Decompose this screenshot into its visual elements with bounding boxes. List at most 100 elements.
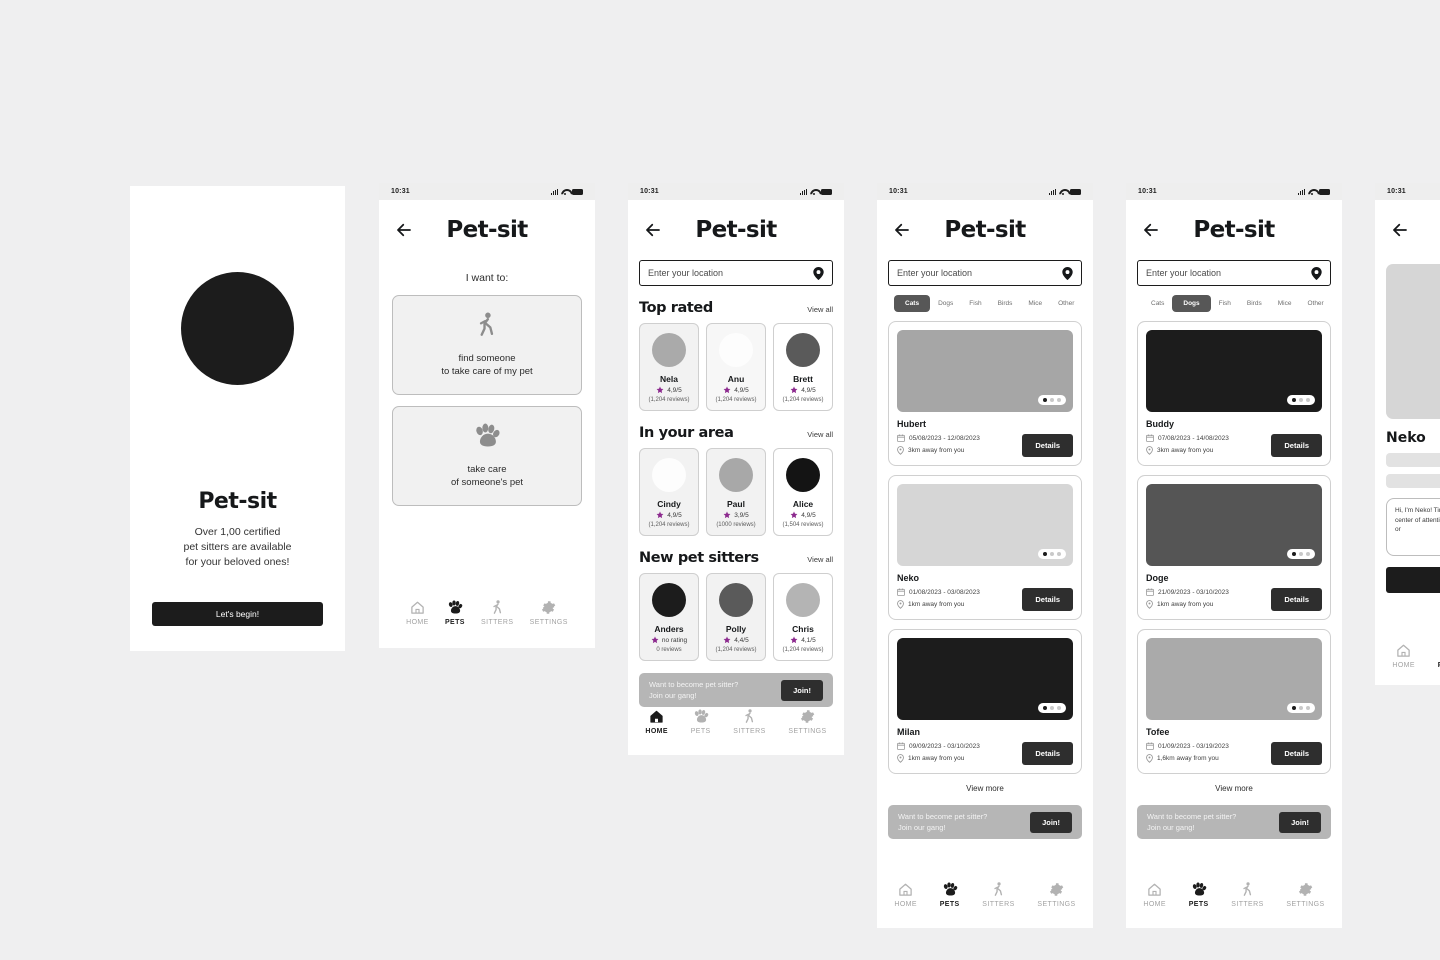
view-all-link[interactable]: View all [807, 555, 833, 564]
pet-detail-cta-button[interactable] [1386, 567, 1440, 593]
nav-item-pets[interactable]: PETS [1189, 882, 1209, 908]
chip-fish[interactable]: Fish [961, 295, 989, 312]
back-arrow-icon[interactable] [1142, 221, 1160, 239]
sitter-card[interactable]: Anu 4,9/5 (1,204 reviews) [706, 323, 766, 411]
nav-item-settings[interactable]: SETTINGS [530, 600, 568, 626]
search-input[interactable] [897, 268, 1062, 278]
carousel-dots[interactable] [1038, 395, 1066, 405]
pet-distance: 1km away from you [1157, 601, 1214, 608]
chip-fish[interactable]: Fish [1211, 295, 1239, 312]
pet-info-lines: 09/09/2023 - 03/10/2023 1km away from yo… [897, 742, 980, 763]
chip-birds[interactable]: Birds [1239, 295, 1270, 312]
nav-item-pets[interactable]: PETS [940, 882, 960, 908]
chip-cats[interactable]: Cats [894, 295, 931, 312]
pet-card[interactable]: Neko 01/08/2023 - 03/08/2023 1km away fr… [888, 475, 1082, 620]
sitter-card[interactable]: Anders no rating 0 reviews [639, 573, 699, 661]
gear-icon [800, 710, 815, 723]
carousel-dots[interactable] [1038, 703, 1066, 713]
sitter-card[interactable]: Chris 4,1/5 (1,204 reviews) [773, 573, 833, 661]
sitter-card[interactable]: Alice 4,9/5 (1,504 reviews) [773, 448, 833, 536]
pet-card[interactable]: Hubert 05/08/2023 - 12/08/2023 3km away … [888, 321, 1082, 466]
sitter-card[interactable]: Brett 4,9/5 (1,204 reviews) [773, 323, 833, 411]
bottom-nav: HOME PETS SITTERS [1375, 643, 1440, 685]
carousel-dots[interactable] [1287, 549, 1315, 559]
pet-card[interactable]: Milan 09/09/2023 - 03/10/2023 1km away f… [888, 629, 1082, 774]
paw-icon [694, 709, 708, 723]
view-all-link[interactable]: View all [807, 430, 833, 439]
option-find-sitter[interactable]: find someone to take care of my pet [392, 295, 582, 395]
view-more-link[interactable]: View more [888, 784, 1082, 793]
nav-item-settings[interactable]: SETTINGS [788, 709, 826, 735]
location-pin-icon[interactable] [1062, 266, 1073, 280]
pet-card[interactable]: Doge 21/09/2023 - 03/10/2023 1km away fr… [1137, 475, 1331, 620]
sitter-name: Polly [725, 624, 747, 634]
carousel-dots[interactable] [1287, 395, 1315, 405]
pet-photo [897, 484, 1073, 566]
pet-card[interactable]: Tofee 01/09/2023 - 03/19/2023 1,6km away… [1137, 629, 1331, 774]
become-sitter-promo: Want to become pet sitter? Join our gang… [888, 805, 1082, 839]
lets-begin-button[interactable]: Let's begin! [152, 602, 323, 626]
option-be-sitter[interactable]: take care of someone's pet [392, 406, 582, 506]
sitter-card[interactable]: Polly 4,4/5 (1,204 reviews) [706, 573, 766, 661]
nav-item-settings[interactable]: SETTINGS [1037, 882, 1075, 908]
sitter-card[interactable]: Cindy 4,9/5 (1,204 reviews) [639, 448, 699, 536]
details-button[interactable]: Details [1022, 434, 1073, 457]
chip-mice[interactable]: Mice [1020, 295, 1050, 312]
review-count: (1,204 reviews) [715, 647, 757, 653]
pet-dates-line: 01/09/2023 - 03/19/2023 [1146, 742, 1229, 750]
chip-cats[interactable]: Cats [1143, 295, 1172, 312]
nav-item-pets[interactable]: PETS [691, 709, 711, 735]
chip-dogs[interactable]: Dogs [1172, 295, 1211, 312]
join-button[interactable]: Join! [781, 679, 823, 701]
location-search-box[interactable] [1137, 260, 1331, 286]
chip-mice[interactable]: Mice [1270, 295, 1300, 312]
back-arrow-icon[interactable] [1391, 221, 1409, 239]
nav-item-sitters[interactable]: SITTERS [982, 882, 1014, 908]
chip-other[interactable]: Other [1050, 295, 1082, 312]
nav-item-home[interactable]: HOME [645, 709, 668, 735]
signal-icon [1298, 188, 1306, 195]
pet-dates: 05/08/2023 - 12/08/2023 [909, 434, 980, 442]
pet-dates: 01/09/2023 - 03/19/2023 [1158, 742, 1229, 750]
status-bar: 10:31 [1375, 183, 1440, 200]
location-pin-icon[interactable] [813, 266, 824, 280]
sitter-row-new-pet-sitters: Anders no rating 0 reviews Polly 4,4/5 (… [639, 573, 833, 661]
location-search-box[interactable] [888, 260, 1082, 286]
nav-item-home[interactable]: HOME [1392, 643, 1415, 669]
back-arrow-icon[interactable] [893, 221, 911, 239]
status-time: 10:31 [640, 188, 659, 195]
carousel-dots[interactable] [1287, 703, 1315, 713]
details-button[interactable]: Details [1271, 742, 1322, 765]
nav-item-sitters[interactable]: SITTERS [481, 600, 513, 626]
chip-dogs[interactable]: Dogs [930, 295, 961, 312]
sitter-card[interactable]: Nela 4,9/5 (1,204 reviews) [639, 323, 699, 411]
join-button[interactable]: Join! [1279, 811, 1321, 833]
pet-card[interactable]: Buddy 07/08/2023 - 14/08/2023 3km away f… [1137, 321, 1331, 466]
view-all-link[interactable]: View all [807, 305, 833, 314]
paw-icon [473, 423, 501, 454]
chip-birds[interactable]: Birds [990, 295, 1021, 312]
details-button[interactable]: Details [1022, 588, 1073, 611]
join-button[interactable]: Join! [1030, 811, 1072, 833]
location-search-box[interactable] [639, 260, 833, 286]
details-button[interactable]: Details [1022, 742, 1073, 765]
details-button[interactable]: Details [1271, 588, 1322, 611]
nav-item-home[interactable]: HOME [1143, 882, 1166, 908]
view-more-link[interactable]: View more [1137, 784, 1331, 793]
search-input[interactable] [1146, 268, 1311, 278]
location-pin-icon[interactable] [1311, 266, 1322, 280]
back-arrow-icon[interactable] [395, 221, 413, 239]
nav-item-home[interactable]: HOME [406, 600, 429, 626]
nav-item-settings[interactable]: SETTINGS [1286, 882, 1324, 908]
promo-line-1: Want to become pet sitter? [898, 812, 988, 821]
back-arrow-icon[interactable] [644, 221, 662, 239]
nav-item-sitters[interactable]: SITTERS [1231, 882, 1263, 908]
details-button[interactable]: Details [1271, 434, 1322, 457]
nav-item-sitters[interactable]: SITTERS [733, 709, 765, 735]
nav-item-pets[interactable]: PETS [445, 600, 465, 626]
chip-other[interactable]: Other [1299, 295, 1331, 312]
search-input[interactable] [648, 268, 813, 278]
carousel-dots[interactable] [1038, 549, 1066, 559]
sitter-card[interactable]: Paul 3,9/5 (1000 reviews) [706, 448, 766, 536]
nav-item-home[interactable]: HOME [894, 882, 917, 908]
